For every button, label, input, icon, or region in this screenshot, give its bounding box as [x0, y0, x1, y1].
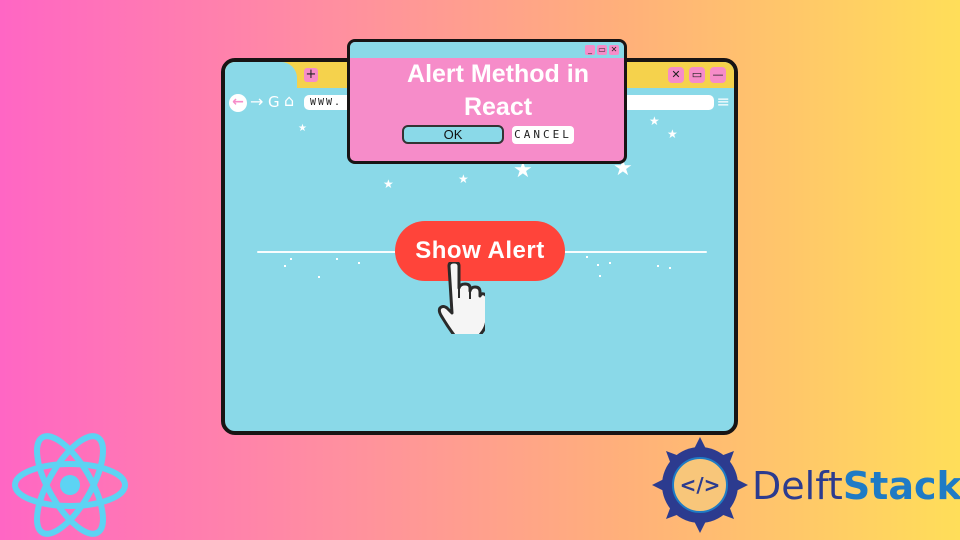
- sparkle-dot: [284, 265, 286, 267]
- alert-dialog: _ ▭ ✕ Alert Method in React OK CANCEL: [347, 39, 627, 164]
- react-logo-icon: [12, 433, 128, 537]
- close-icon[interactable]: ✕: [609, 45, 619, 55]
- star-icon: ★: [649, 114, 660, 128]
- sparkle-dot: [358, 262, 360, 264]
- new-tab-button[interactable]: +: [304, 68, 318, 82]
- reload-icon[interactable]: G: [268, 93, 280, 111]
- star-icon: ★: [383, 177, 394, 191]
- back-arrow-icon[interactable]: ←: [229, 94, 247, 112]
- window-controls: ✕ ▭ —: [668, 67, 726, 83]
- star-icon: ★: [298, 123, 307, 134]
- maximize-icon[interactable]: ▭: [689, 67, 705, 83]
- star-icon: ★: [667, 127, 678, 141]
- minimize-icon[interactable]: —: [710, 67, 726, 83]
- ok-button[interactable]: OK: [402, 125, 504, 144]
- wordmark-delft: Delft: [752, 464, 843, 508]
- forward-arrow-icon[interactable]: →: [250, 92, 263, 111]
- cancel-button[interactable]: CANCEL: [512, 126, 574, 144]
- close-icon[interactable]: ✕: [668, 67, 684, 83]
- star-icon: ★: [458, 172, 469, 186]
- code-brackets-icon: </>: [680, 473, 721, 497]
- sparkle-dot: [599, 275, 601, 277]
- sparkle-dot: [290, 258, 292, 260]
- dialog-titlebar: [350, 42, 624, 58]
- delftstack-wordmark: DelftStack: [752, 462, 960, 510]
- hamburger-menu-icon[interactable]: ≡: [717, 92, 730, 111]
- delftstack-emblem-icon: </>: [652, 437, 748, 533]
- maximize-icon[interactable]: ▭: [597, 45, 607, 55]
- minimize-icon[interactable]: _: [585, 45, 595, 55]
- sparkle-dot: [336, 258, 338, 260]
- dialog-window-controls: _ ▭ ✕: [585, 45, 619, 55]
- home-icon[interactable]: ⌂: [284, 91, 294, 110]
- active-tab[interactable]: [225, 62, 297, 88]
- sparkle-dot: [609, 262, 611, 264]
- sparkle-dot: [597, 264, 599, 266]
- sparkle-dot: [657, 265, 659, 267]
- dialog-title: Alert Method in React: [407, 60, 589, 121]
- sparkle-dot: [586, 256, 588, 258]
- sparkle-dot: [669, 267, 671, 269]
- sparkle-dot: [318, 276, 320, 278]
- pointer-hand-icon: [437, 262, 485, 334]
- wordmark-stack: Stack: [842, 464, 960, 508]
